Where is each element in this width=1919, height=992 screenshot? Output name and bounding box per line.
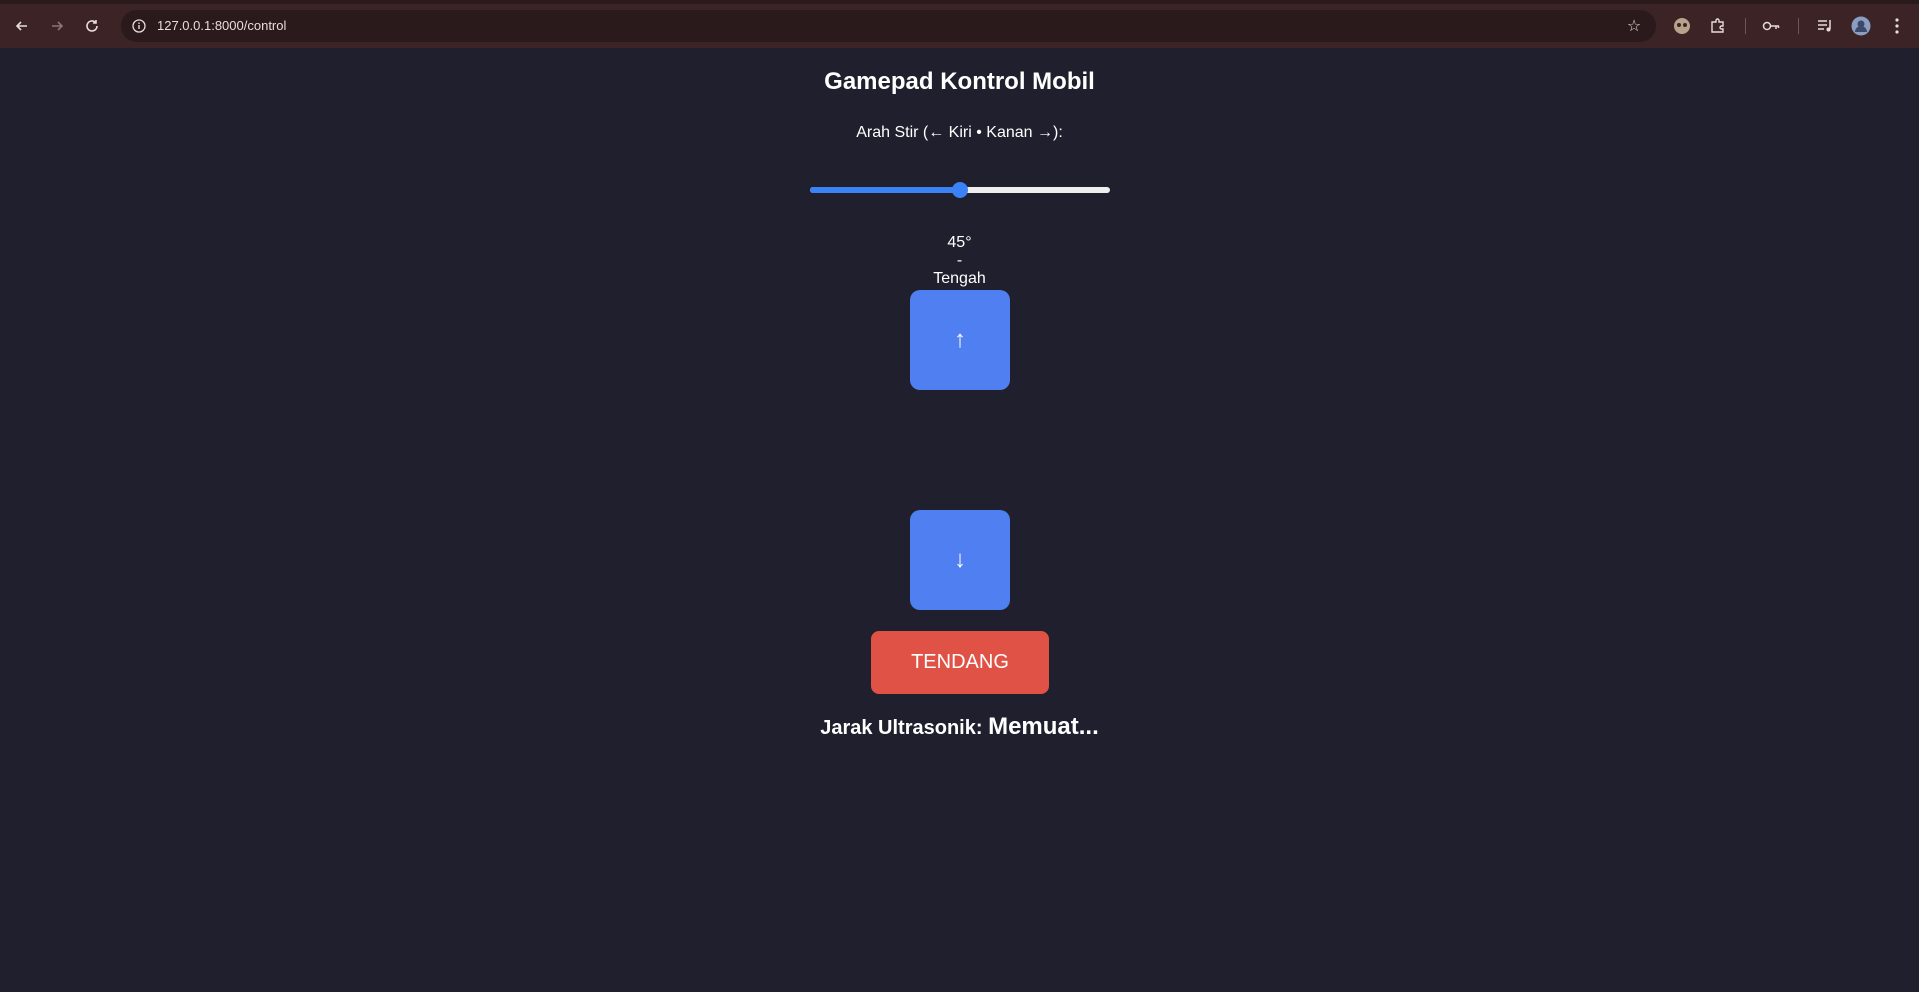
page-title: Gamepad Kontrol Mobil: [824, 68, 1095, 95]
address-bar[interactable]: 127.0.0.1:8000/control ☆: [121, 10, 1656, 42]
steering-slider[interactable]: [810, 178, 1110, 202]
browser-toolbar: 127.0.0.1:8000/control ☆: [0, 0, 1919, 48]
password-key-icon[interactable]: [1759, 14, 1783, 38]
bookmark-star-icon[interactable]: ☆: [1624, 16, 1644, 36]
toolbar-divider: [1798, 18, 1799, 34]
arrow-down-icon: ↓: [954, 546, 966, 573]
angle-readout: 45° - Tengah: [0, 234, 1919, 288]
back-icon[interactable]: [8, 12, 36, 40]
backward-button[interactable]: ↓: [910, 510, 1010, 610]
site-info-icon[interactable]: [129, 16, 149, 36]
ultrasonic-distance: Jarak Ultrasonik: Memuat...: [0, 713, 1919, 741]
forward-icon[interactable]: [43, 12, 71, 40]
toolbar-divider: [1745, 18, 1746, 34]
kick-button[interactable]: TENDANG: [871, 631, 1049, 694]
media-playlist-icon[interactable]: [1813, 14, 1837, 38]
reload-icon[interactable]: [78, 12, 106, 40]
slider-fill: [810, 187, 960, 193]
slider-thumb[interactable]: [952, 182, 968, 198]
arrow-up-icon: ↑: [954, 326, 966, 353]
steer-label: Arah Stir (← Kiri • Kanan →):: [856, 124, 1063, 141]
menu-kebab-icon[interactable]: [1885, 14, 1909, 38]
distance-label: Jarak Ultrasonik:: [820, 717, 983, 739]
extensions-puzzle-icon[interactable]: [1706, 14, 1730, 38]
angle-value: 45°: [947, 234, 972, 251]
url-text[interactable]: 127.0.0.1:8000/control: [157, 18, 286, 33]
page-content: Gamepad Kontrol Mobil Arah Stir (← Kiri …: [0, 48, 1919, 992]
forward-button[interactable]: ↑: [910, 290, 1010, 390]
angle-direction: Tengah: [933, 270, 986, 287]
angle-separator: -: [956, 252, 963, 269]
avatar[interactable]: [1849, 14, 1873, 38]
distance-value: Memuat...: [988, 713, 1099, 740]
profile-extension-icon[interactable]: [1670, 14, 1694, 38]
